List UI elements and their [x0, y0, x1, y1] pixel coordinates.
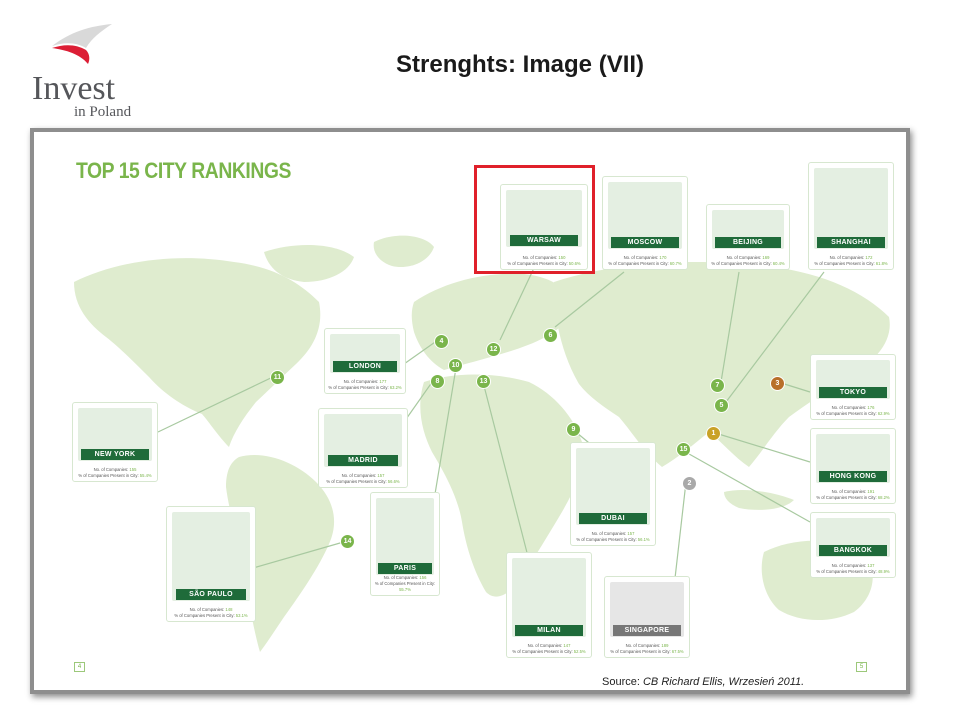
rank-badge-3: 3 [770, 376, 785, 391]
city-name: BEIJING [715, 237, 781, 248]
invest-in-poland-logo: Invest in Poland [28, 24, 148, 120]
rank-badge-11: 11 [270, 370, 285, 385]
city-stats: No. of Companies: 156 % of Companies Pre… [374, 575, 436, 592]
logo-subtext: in Poland [74, 104, 132, 120]
city-name: MOSCOW [611, 237, 679, 248]
sao-paulo-bridge-icon [172, 512, 250, 601]
city-card-new-york: NEW YORK No. of Companies: 155 % of Comp… [72, 402, 158, 482]
city-name: SINGAPORE [613, 625, 681, 636]
rankings-heading: TOP 15 CITY RANKINGS [76, 158, 291, 183]
city-card-hong-kong: HONG KONG No. of Companies: 191 % of Com… [810, 428, 896, 504]
city-card-beijing: BEIJING No. of Companies: 169 % of Compa… [706, 204, 790, 270]
city-stats: No. of Companies: 157 % of Companies Pre… [576, 531, 650, 542]
rank-badge-13: 13 [476, 374, 491, 389]
logo-text: Invest [32, 70, 116, 107]
rank-badge-10: 10 [448, 358, 463, 373]
rank-badge-2: 2 [682, 476, 697, 491]
city-name: DUBAI [579, 513, 647, 524]
rank-badge-7: 7 [710, 378, 725, 393]
city-card-bangkok: BANGKOK No. of Companies: 137 % of Compa… [810, 512, 896, 578]
city-name: SHANGHAI [817, 237, 885, 248]
warsaw-highlight-box [474, 165, 595, 274]
city-name: PARIS [377, 563, 433, 574]
city-name: LONDON [333, 361, 397, 372]
source-text: CB Richard Ellis, Wrzesień 2011. [642, 676, 805, 688]
city-card-madrid: MADRID No. of Companies: 157 % of Compan… [318, 408, 408, 488]
city-name: TOKYO [819, 387, 887, 398]
rank-badge-9: 9 [566, 422, 581, 437]
city-card-tokyo: TOKYO No. of Companies: 176 % of Compani… [810, 354, 896, 420]
city-stats: No. of Companies: 169 % of Companies Pre… [711, 255, 785, 266]
city-card-milan: MILAN No. of Companies: 147 % of Compani… [506, 552, 592, 658]
city-stats: No. of Companies: 176 % of Companies Pre… [816, 405, 890, 416]
city-stats: No. of Companies: 137 % of Companies Pre… [816, 563, 890, 574]
source-note: Source: CB Richard Ellis, Wrzesień 2011. [602, 676, 804, 688]
flag-swoosh-icon [52, 24, 112, 64]
city-name: SÃO PAULO [175, 589, 247, 600]
city-stats: No. of Companies: 157 % of Companies Pre… [326, 473, 400, 484]
source-label: Source: [602, 676, 640, 688]
city-name: NEW YORK [81, 449, 149, 460]
city-name: BANGKOK [819, 545, 887, 556]
rank-badge-8: 8 [430, 374, 445, 389]
city-name: MILAN [515, 625, 583, 636]
rank-badge-1: 1 [706, 426, 721, 441]
page-number-left: 4 [74, 662, 85, 672]
city-card-paris: PARIS No. of Companies: 156 % of Compani… [370, 492, 440, 596]
city-card-london: LONDON No. of Companies: 177 % of Compan… [324, 328, 406, 394]
city-card-dubai: DUBAI No. of Companies: 157 % of Compani… [570, 442, 656, 546]
rank-badge-12: 12 [486, 342, 501, 357]
page-title: Strenghts: Image (VII) [396, 51, 645, 78]
slide-image: TOP 15 CITY RANKINGS WARSAW No. of Compa… [30, 128, 910, 694]
city-card-shanghai: SHANGHAI No. of Companies: 172 % of Comp… [808, 162, 894, 270]
city-stats: No. of Companies: 148 % of Companies Pre… [174, 607, 248, 618]
city-card-sao-paulo: SÃO PAULO No. of Companies: 148 % of Com… [166, 506, 256, 622]
city-stats: No. of Companies: 191 % of Companies Pre… [816, 489, 890, 500]
city-stats: No. of Companies: 177 % of Companies Pre… [328, 379, 402, 390]
rank-badge-6: 6 [543, 328, 558, 343]
rank-badge-14: 14 [340, 534, 355, 549]
rank-badge-4: 4 [434, 334, 449, 349]
rank-badge-5: 5 [714, 398, 729, 413]
city-stats: No. of Companies: 155 % of Companies Pre… [78, 467, 152, 478]
city-name: MADRID [327, 455, 399, 466]
city-stats: No. of Companies: 147 % of Companies Pre… [512, 643, 586, 654]
rank-badge-15: 15 [676, 442, 691, 457]
city-name: HONG KONG [819, 471, 887, 482]
city-stats: No. of Companies: 170 % of Companies Pre… [608, 255, 682, 266]
page-number-right: 5 [856, 662, 867, 672]
city-stats: No. of Companies: 172 % of Companies Pre… [814, 255, 888, 266]
city-card-moscow: MOSCOW No. of Companies: 170 % of Compan… [602, 176, 688, 270]
city-card-singapore: SINGAPORE No. of Companies: 189 % of Com… [604, 576, 690, 658]
city-stats: No. of Companies: 189 % of Companies Pre… [610, 643, 684, 654]
